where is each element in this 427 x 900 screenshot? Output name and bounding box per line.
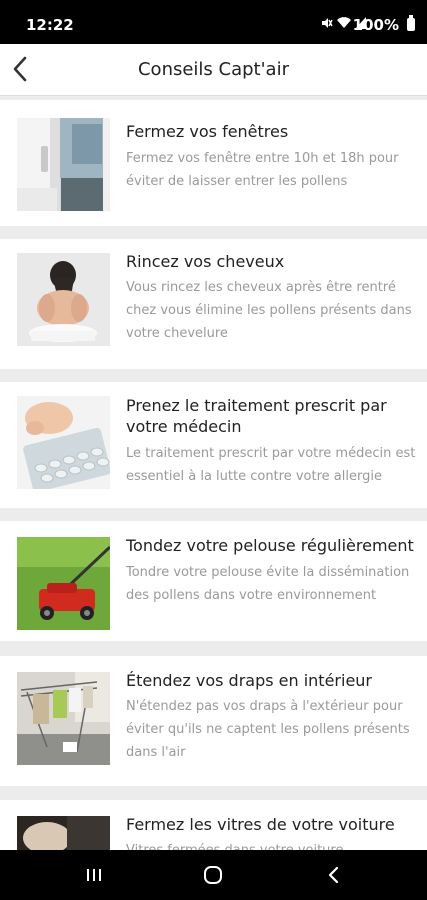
tip-card-treatment[interactable]: Prenez le traitement prescrit par votre … [0,382,427,508]
app-bar: Conseils Capt'air [0,44,427,96]
tip-description: Fermez vos fenêtre entre 10h et 18h pour… [126,151,399,189]
recent-apps-icon [87,869,101,881]
home-button[interactable] [193,862,233,888]
wifi-icon [337,17,351,28]
mute-icon [322,18,333,28]
tip-title: Tondez votre pelouse régulièrement [126,536,414,555]
tip-description: N'étendez pas vos draps à l'extérieur po… [126,699,410,760]
back-icon [328,866,339,884]
status-time: 12:22 [26,16,74,34]
battery-icon [407,15,415,31]
tip-card-car[interactable]: Fermez les vitres de votre voiture Vitre… [0,800,427,850]
car-photo [17,816,110,850]
tip-title: Étendez vos draps en intérieur [126,671,373,690]
tip-description: Le traitement prescrit par votre médecin… [126,446,416,484]
hair-washing-photo [17,253,110,346]
drying-rack-photo [17,672,110,765]
window-photo [17,118,110,211]
recent-apps-button[interactable] [74,862,114,888]
tips-list[interactable]: Fermez vos fenêtres Fermez vos fenêtre e… [0,96,427,850]
tip-title: Prenez le traitement prescrit par votre … [126,396,387,436]
tip-card-sheets[interactable]: Étendez vos draps en intérieur N'étendez… [0,656,427,786]
status-bar: 12:22 100% [0,0,427,44]
home-icon [204,866,222,884]
tip-card-lawn[interactable]: Tondez votre pelouse régulièrement Tondr… [0,521,427,641]
tip-description: Vous rincez les cheveux après être rentr… [126,280,412,341]
tip-title: Rincez vos cheveux [126,252,285,271]
lawn-mower-photo [17,537,110,630]
tip-title: Fermez les vitres de votre voiture [126,815,395,834]
nav-back-button[interactable] [313,862,353,888]
tip-description: Tondre votre pelouse évite la disséminat… [126,565,410,603]
tip-card-windows[interactable]: Fermez vos fenêtres Fermez vos fenêtre e… [0,100,427,226]
tip-title: Fermez vos fenêtres [126,122,289,141]
page-title: Conseils Capt'air [137,59,289,80]
battery-percent: 100% [352,16,399,34]
tip-description: Vitres fermées dans votre voiture [126,839,416,850]
system-nav-bar [0,850,427,900]
pills-photo [17,396,110,489]
tip-card-hair[interactable]: Rincez vos cheveux Vous rincez les cheve… [0,239,427,369]
